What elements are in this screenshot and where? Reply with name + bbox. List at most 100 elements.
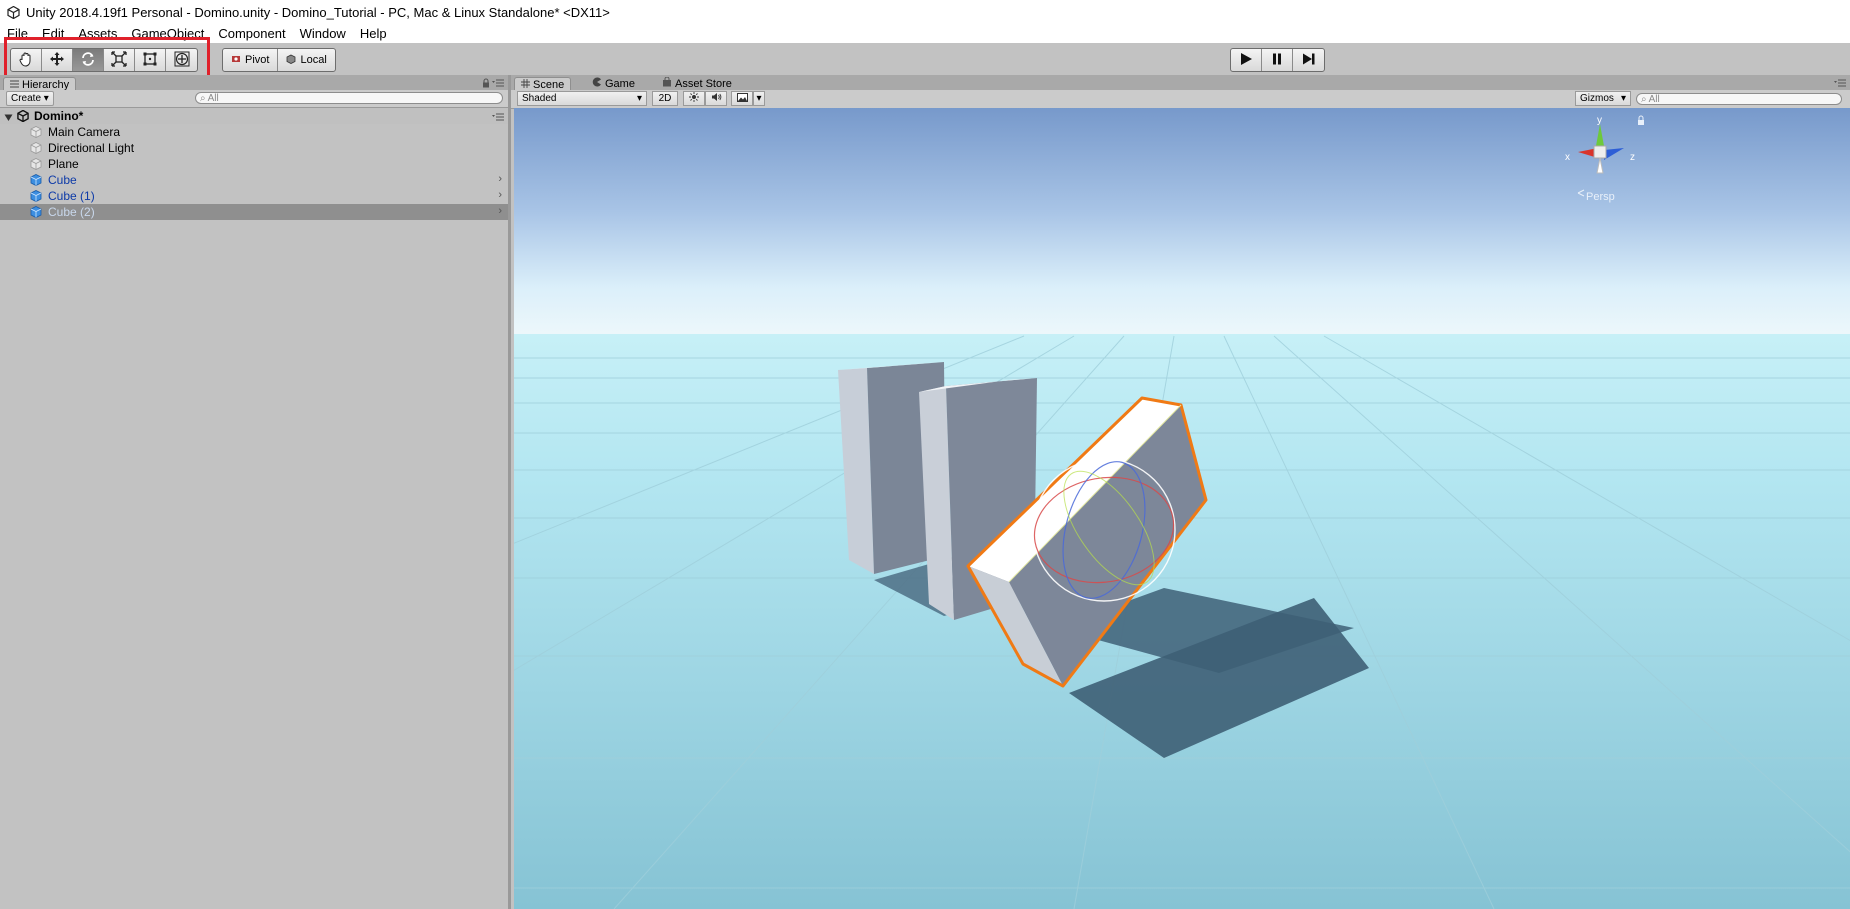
scene-panel: Scene Game Asset Store Shaded ▾ 2D ▾ Giz… (511, 75, 1850, 909)
item-label: Cube (2) (48, 205, 95, 219)
chevron-right-icon[interactable]: › (498, 173, 502, 185)
shading-mode-label: Shaded (522, 93, 557, 104)
image-icon (736, 92, 748, 105)
scene-options-icon[interactable] (492, 111, 504, 125)
speaker-icon (711, 92, 722, 105)
sun-icon (689, 92, 699, 105)
hierarchy-item-cube[interactable]: Cube › (0, 172, 508, 188)
hierarchy-item-plane[interactable]: Plane (0, 156, 508, 172)
scene-search-placeholder: All (1648, 93, 1660, 105)
list-icon (10, 79, 19, 91)
pivot-label: Pivot (245, 54, 270, 66)
local-button[interactable]: Local (278, 49, 334, 71)
play-icon (1239, 52, 1253, 69)
create-dropdown[interactable]: Create ▾ (6, 91, 54, 106)
window-title: Unity 2018.4.19f1 Personal - Domino.unit… (26, 4, 610, 20)
highlight-annotation (4, 37, 210, 80)
toggle-2d-label: 2D (658, 93, 672, 104)
pivot-local-toggles: Pivot Local (222, 48, 336, 72)
item-label: Directional Light (48, 141, 135, 155)
tab-hierarchy[interactable]: Hierarchy (3, 77, 77, 91)
local-label: Local (300, 54, 327, 66)
effects-arrow[interactable]: ▾ (753, 91, 765, 106)
scene-subbar: Shaded ▾ 2D ▾ Gizmos ▾ ⌕ All (511, 90, 1850, 109)
pause-button[interactable] (1262, 49, 1293, 71)
prefab-cube-icon (30, 190, 42, 202)
tab-scene-label: Scene (533, 78, 565, 91)
hierarchy-item-main-camera[interactable]: Main Camera (0, 124, 508, 140)
hierarchy-panel: Hierarchy Create ▾ ⌕ All Domino* Main Cam… (0, 75, 511, 909)
main-toolbar: Pivot Local (0, 43, 1850, 75)
gizmos-dropdown[interactable]: Gizmos ▾ (1575, 91, 1631, 106)
create-label: Create (11, 93, 42, 104)
pacman-icon (592, 77, 602, 90)
menu-window[interactable]: Window (293, 26, 353, 41)
audio-toggle[interactable] (705, 91, 727, 106)
tab-scene[interactable]: Scene (514, 77, 572, 91)
menu-component[interactable]: Component (211, 26, 292, 41)
search-icon: ⌕ (1641, 93, 1647, 105)
expand-arrow-icon[interactable] (4, 111, 13, 125)
playback-controls (1230, 48, 1325, 72)
lighting-toggle[interactable] (683, 91, 705, 106)
hierarchy-search-input[interactable]: ⌕ All (195, 92, 503, 104)
pivot-button[interactable]: Pivot (223, 49, 279, 71)
gameobject-icon (30, 126, 42, 138)
title-bar: Unity 2018.4.19f1 Personal - Domino.unit… (0, 0, 1850, 24)
unity-scene-icon (17, 109, 29, 125)
local-cube-icon (286, 54, 296, 67)
dropdown-arrow-icon: ▾ (756, 93, 762, 104)
item-label: Main Camera (48, 125, 121, 139)
shading-mode-dropdown[interactable]: Shaded ▾ (517, 91, 647, 106)
scene-search-input[interactable]: ⌕ All (1636, 93, 1842, 105)
effects-dropdown[interactable] (731, 91, 753, 106)
tab-game[interactable]: Game (586, 77, 641, 90)
tab-game-label: Game (605, 77, 635, 90)
tab-hierarchy-label: Hierarchy (22, 78, 70, 91)
item-label: Cube (48, 173, 77, 187)
tab-asset-store[interactable]: Asset Store (656, 76, 738, 90)
pivot-icon (231, 54, 241, 67)
scene-tabstrip: Scene Game Asset Store (511, 75, 1850, 91)
unity-logo-icon (6, 5, 20, 19)
grid-icon (521, 78, 530, 91)
axis-y-label: y (1597, 115, 1602, 126)
hierarchy-item-directional-light[interactable]: Directional Light (0, 140, 508, 156)
axis-x-label: x (1565, 152, 1570, 163)
dropdown-arrow-icon: ▾ (43, 93, 49, 104)
chevron-right-icon[interactable]: › (498, 205, 502, 217)
gameobject-icon (30, 158, 42, 170)
chevron-right-icon[interactable]: › (498, 189, 502, 201)
panel-menu-icon[interactable] (1834, 77, 1846, 91)
search-icon: ⌕ (200, 92, 206, 104)
toggle-2d-button[interactable]: 2D (652, 91, 678, 106)
sky (514, 108, 1850, 338)
pause-icon (1270, 52, 1284, 69)
tab-asset-store-label: Asset Store (675, 77, 732, 90)
gameobject-icon (30, 142, 42, 154)
projection-label[interactable]: Persp (1586, 191, 1615, 203)
play-button[interactable] (1231, 49, 1262, 71)
hierarchy-subbar: Create ▾ ⌕ All (0, 90, 508, 108)
dropdown-arrow-icon: ▾ (1620, 93, 1626, 104)
hierarchy-tabstrip: Hierarchy (0, 75, 508, 91)
lock-icon[interactable] (482, 77, 490, 91)
store-bag-icon (662, 76, 672, 90)
step-icon (1302, 52, 1316, 69)
scene-render[interactable]: y x z Persp (514, 108, 1850, 909)
panel-menu-icon[interactable] (492, 77, 504, 91)
gizmos-label: Gizmos (1580, 93, 1614, 104)
item-label: Plane (48, 157, 79, 171)
item-label: Cube (1) (48, 189, 95, 203)
menu-help[interactable]: Help (353, 26, 394, 41)
prefab-cube-icon (30, 206, 42, 218)
prefab-cube-icon (30, 174, 42, 186)
scene-viewport[interactable]: y x z Persp (514, 108, 1850, 909)
hierarchy-item-cube-2[interactable]: Cube (2) › (0, 204, 508, 220)
scene-root-row[interactable]: Domino* (0, 108, 508, 124)
step-button[interactable] (1293, 49, 1324, 71)
scene-name: Domino* (34, 109, 84, 123)
dropdown-arrow-icon: ▾ (636, 93, 642, 104)
menu-bar: File Edit Assets GameObject Component Wi… (0, 24, 1850, 43)
hierarchy-item-cube-1[interactable]: Cube (1) › (0, 188, 508, 204)
